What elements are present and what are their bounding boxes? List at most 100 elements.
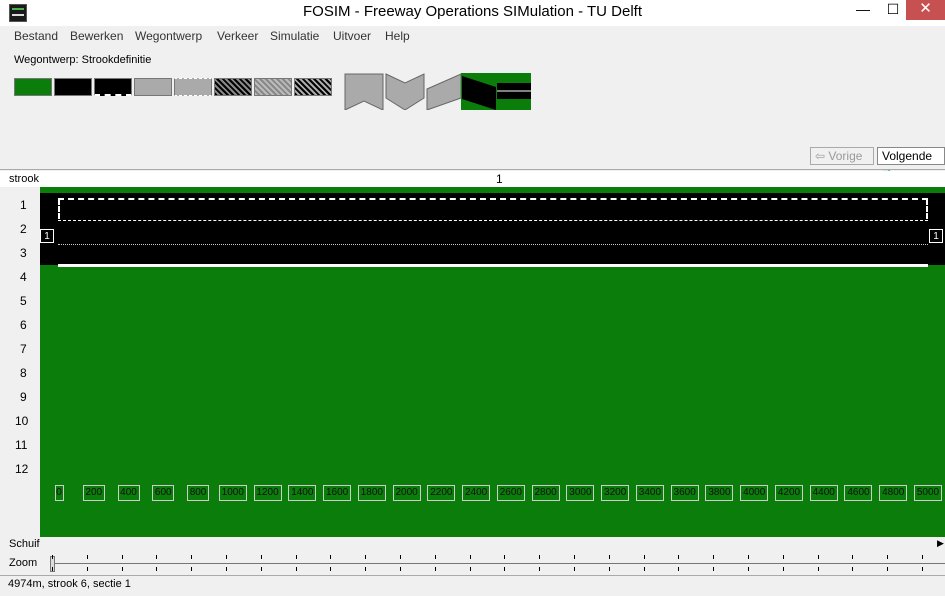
zoom-tick — [643, 567, 645, 571]
menu-simulatie[interactable]: Simulatie — [270, 29, 319, 43]
zoom-tick — [817, 567, 819, 571]
tool-taper-shape[interactable] — [426, 73, 462, 110]
section-header: strook 1 — [0, 171, 945, 187]
road-surface[interactable]: 1 1 — [40, 193, 945, 267]
prev-label: Vorige — [828, 149, 863, 163]
schuif-tick — [852, 555, 854, 559]
schuif-tick — [678, 555, 680, 559]
distance-marker: 4600 — [844, 485, 873, 501]
distance-marker: 4200 — [774, 485, 803, 501]
menu-verkeer[interactable]: Verkeer — [217, 29, 258, 43]
lane-divider-1 — [58, 220, 928, 221]
schuif-tick — [226, 555, 227, 559]
zoom-tick — [121, 567, 123, 571]
tool-grass[interactable] — [14, 78, 52, 96]
tool-lane[interactable] — [54, 78, 92, 96]
distance-marker: 1200 — [253, 485, 282, 501]
lane-number: 6 — [20, 318, 27, 332]
distance-marker: 3000 — [566, 485, 595, 501]
schuif-tick — [156, 555, 158, 559]
zoom-tick — [678, 567, 680, 571]
zoom-slider[interactable] — [52, 563, 945, 564]
lane-number-column: 1 2 3 4 5 6 7 8 9 10 11 12 — [0, 187, 40, 537]
schuif-tick — [121, 555, 123, 559]
zoom-tick — [608, 567, 610, 571]
zoom-tick — [295, 567, 297, 571]
road-canvas[interactable]: 1 1 0 200 400 600 800 1000 1200 1400 1600 1800 200… — [40, 187, 945, 537]
distance-marker: 2600 — [496, 485, 525, 501]
tool-hatched-light[interactable] — [254, 78, 292, 96]
tool-hatched-dark[interactable] — [214, 78, 252, 96]
menu-uitvoer[interactable]: Uitvoer — [333, 29, 371, 43]
lane-number: 4 — [20, 270, 27, 284]
schuif-tick — [469, 555, 471, 559]
schuif-tick — [295, 555, 297, 559]
scroll-right-icon[interactable]: ▶ — [937, 538, 945, 550]
menu-wegontwerp[interactable]: Wegontwerp — [135, 29, 202, 43]
distance-marker: 3600 — [670, 485, 699, 501]
menu-bewerken[interactable]: Bewerken — [70, 29, 123, 43]
schuif-tick — [434, 555, 436, 559]
zoom-tick — [226, 567, 227, 571]
schuif-tick — [887, 555, 889, 559]
zoom-label: Zoom — [9, 557, 38, 569]
next-button[interactable]: Volgende ⇨ — [877, 147, 945, 179]
top-edge-line — [58, 198, 928, 200]
tool-lane-dashed[interactable] — [94, 78, 132, 96]
schuif-tick — [922, 555, 923, 559]
next-label: Volgende — [882, 149, 933, 163]
zoom-tick — [52, 567, 53, 571]
distance-marker: 3800 — [705, 485, 734, 501]
schuif-tick — [713, 555, 715, 559]
tool-shoulder[interactable] — [134, 78, 172, 96]
schuif-tick — [330, 555, 332, 559]
tool-shoulder-dashed[interactable] — [174, 78, 212, 96]
tool-weave-shape[interactable] — [461, 73, 497, 110]
zoom-tick — [782, 567, 784, 571]
lane-number: 7 — [20, 342, 27, 356]
window-title: FOSIM - Freeway Operations SIMulation - … — [303, 3, 642, 20]
schuif-tick — [608, 555, 610, 559]
lane-start-marker — [58, 199, 60, 219]
distance-marker: 0 — [54, 485, 64, 501]
zoom-tick — [922, 567, 923, 571]
distance-marker: 1000 — [218, 485, 247, 501]
lane-number: 8 — [20, 366, 27, 380]
menu-bestand[interactable]: Bestand — [14, 29, 58, 43]
lane-number: 5 — [20, 294, 27, 308]
distance-marker: 1400 — [288, 485, 317, 501]
schuif-tick — [748, 555, 749, 559]
lane-number: 2 — [20, 222, 27, 236]
distance-marker: 4800 — [879, 485, 908, 501]
prev-button[interactable]: ⇦ Vorige — [810, 147, 874, 165]
tool-diverge-shape[interactable] — [385, 73, 425, 110]
tool-lane-block-shape[interactable] — [497, 73, 531, 110]
distance-marker: 3200 — [601, 485, 630, 501]
zoom-tick — [713, 567, 715, 571]
schuif-tick — [643, 555, 645, 559]
maximize-button[interactable]: ☐ — [878, 0, 908, 20]
section-number[interactable]: 1 — [496, 172, 503, 186]
distance-marker: 2200 — [427, 485, 456, 501]
flow-in-marker[interactable]: 1 — [40, 229, 54, 243]
zoom-tick — [156, 567, 158, 571]
tool-merge-shape[interactable] — [344, 73, 384, 110]
zoom-tick — [469, 567, 471, 571]
schuif-tick — [191, 555, 193, 559]
zoom-tick — [748, 567, 749, 571]
distance-marker: 800 — [187, 485, 210, 501]
schuif-tick — [539, 555, 541, 559]
zoom-tick — [539, 567, 541, 571]
schuif-tick — [365, 555, 367, 559]
schuif-tick — [86, 555, 88, 559]
minimize-button[interactable]: — — [848, 0, 878, 20]
menu-help[interactable]: Help — [385, 29, 410, 43]
schuif-tick — [504, 555, 506, 559]
close-button[interactable]: ✕ — [906, 0, 945, 20]
distance-marker: 2400 — [462, 485, 491, 501]
distance-marker: 5000 — [914, 485, 942, 501]
tool-crosshatch[interactable] — [294, 78, 332, 96]
flow-out-marker[interactable]: 1 — [929, 229, 943, 243]
title-bar: FOSIM - Freeway Operations SIMulation - … — [0, 0, 945, 26]
status-bar: 4974m, strook 6, sectie 1 — [0, 575, 945, 596]
